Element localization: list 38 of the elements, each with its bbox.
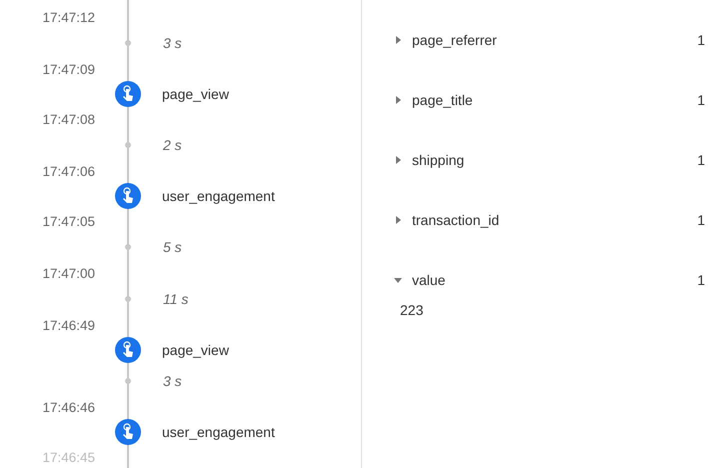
parameter-count: 1 (697, 32, 705, 48)
touch-icon[interactable] (115, 183, 141, 209)
timestamp: 17:47:05 (41, 214, 95, 228)
duration: 11 s (163, 291, 188, 307)
event-name[interactable]: user_engagement (162, 188, 275, 204)
parameter-name[interactable]: shipping (412, 152, 698, 168)
timestamp: 17:46:46 (41, 400, 95, 414)
timestamp: 17:47:12 (41, 10, 95, 24)
timestamp: 17:47:00 (41, 266, 95, 280)
caret-right-icon[interactable] (394, 156, 402, 164)
event-name[interactable]: user_engagement (162, 424, 275, 440)
parameter-name[interactable]: page_referrer (412, 32, 698, 48)
event-name[interactable]: page_view (162, 342, 229, 358)
caret-right-icon[interactable] (394, 96, 402, 104)
duration: 5 s (163, 239, 182, 255)
timestamp: 17:47:08 (41, 112, 95, 126)
parameter-name[interactable]: value (412, 272, 698, 288)
parameter-name[interactable]: page_title (412, 92, 698, 108)
parameter-name[interactable]: transaction_id (412, 212, 698, 228)
parameter-count: 1 (697, 152, 705, 168)
duration: 3 s (163, 373, 182, 389)
parameter-count: 1 (697, 92, 705, 108)
parameter-value: 223 (400, 302, 424, 318)
timestamp: 17:47:09 (41, 62, 95, 76)
timestamp: 17:47:06 (41, 164, 95, 178)
timestamp: 17:46:45 (41, 450, 95, 464)
caret-right-icon[interactable] (394, 36, 402, 44)
touch-icon[interactable] (115, 81, 141, 107)
duration: 2 s (163, 137, 182, 153)
duration: 3 s (163, 35, 182, 51)
caret-down-icon[interactable] (394, 276, 402, 284)
caret-right-icon[interactable] (394, 216, 402, 224)
parameter-count: 1 (697, 272, 705, 288)
touch-icon[interactable] (115, 337, 141, 363)
event-name[interactable]: page_view (162, 86, 229, 102)
touch-icon[interactable] (115, 419, 141, 445)
parameter-count: 1 (697, 212, 705, 228)
timestamp: 17:46:49 (41, 318, 95, 332)
